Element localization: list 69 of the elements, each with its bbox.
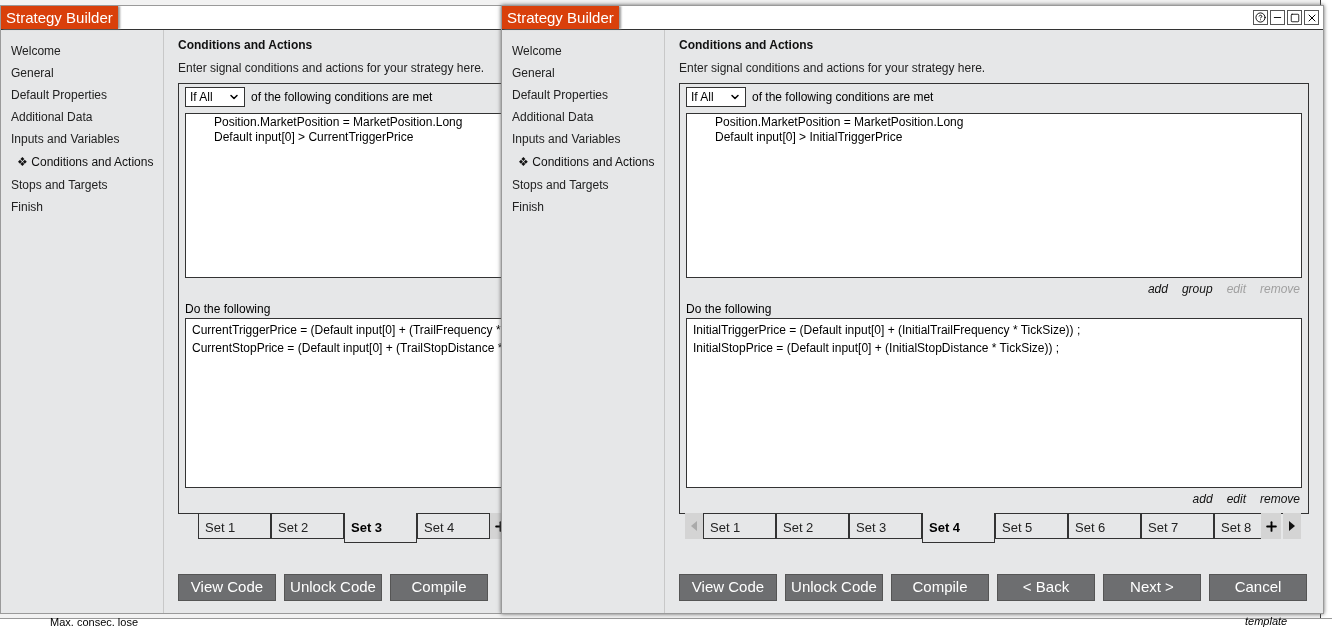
action-item[interactable]: InitialStopPrice = (Default input[0] + (InitialStopDistance * TickSize)) ; <box>693 339 1060 357</box>
sidebar-item[interactable]: Welcome <box>11 40 163 62</box>
list-action-link[interactable]: add <box>1192 490 1213 508</box>
window-title: Strategy Builder <box>502 6 619 29</box>
add-tab-icon[interactable] <box>1261 513 1281 539</box>
set-tab[interactable]: Set 3 <box>849 513 922 539</box>
footer-button[interactable]: Unlock Code <box>284 574 382 601</box>
match-label: of the following conditions are met <box>251 89 433 106</box>
match-dropdown[interactable]: If All <box>185 87 245 107</box>
list-action-link[interactable]: add <box>1147 280 1168 298</box>
set-tab[interactable]: Set 1 <box>703 513 776 539</box>
sidebar-item[interactable]: Stops and Targets <box>11 174 163 196</box>
sidebar-item[interactable]: ❖ Conditions and Actions <box>512 150 664 174</box>
set-tab[interactable]: Set 6 <box>1068 513 1141 539</box>
footer-button[interactable]: Cancel <box>1209 574 1307 601</box>
set-tab[interactable]: Set 4 <box>922 513 995 543</box>
sidebar-item[interactable]: General <box>11 62 163 84</box>
section-heading: Conditions and Actions <box>679 37 815 54</box>
sidebar-item[interactable]: Inputs and Variables <box>11 128 163 150</box>
actions-label: Do the following <box>185 301 272 318</box>
sidebar-item[interactable]: General <box>512 62 664 84</box>
action-item[interactable]: InitialTriggerPrice = (Default input[0] + (InitialTrailFrequency * TickSize)) ; <box>693 321 1081 339</box>
close-icon[interactable] <box>1304 10 1319 25</box>
sidebar-item[interactable]: Inputs and Variables <box>512 128 664 150</box>
section-heading: Conditions and Actions <box>178 37 314 54</box>
set-tab[interactable]: Set 7 <box>1141 513 1214 539</box>
section-description: Enter signal conditions and actions for your strategy here. <box>679 60 987 77</box>
set-tab[interactable]: Set 8 <box>1214 513 1261 539</box>
minimize-icon[interactable] <box>1270 10 1285 25</box>
footer-button[interactable]: Compile <box>891 574 989 601</box>
footer-button[interactable]: < Back <box>997 574 1095 601</box>
set-tab[interactable]: Set 5 <box>995 513 1068 539</box>
footer-button[interactable]: Unlock Code <box>785 574 883 601</box>
set-tab[interactable]: Set 2 <box>271 513 344 539</box>
maximize-icon[interactable] <box>1287 10 1302 25</box>
set-tab[interactable]: Set 1 <box>198 513 271 539</box>
footer-button[interactable]: Next > <box>1103 574 1201 601</box>
sidebar-item[interactable]: Finish <box>11 196 163 218</box>
list-action-link[interactable]: group <box>1181 280 1213 298</box>
match-label: of the following conditions are met <box>752 89 934 106</box>
section-description: Enter signal conditions and actions for your strategy here. <box>178 60 486 77</box>
window-title: Strategy Builder <box>1 6 118 29</box>
sidebar-item[interactable]: ❖ Conditions and Actions <box>11 150 163 174</box>
sidebar-item[interactable]: Additional Data <box>512 106 664 128</box>
background-label: Max. consec. lose <box>50 616 139 627</box>
action-item[interactable]: CurrentTriggerPrice = (Default input[0] + (TrailFrequency * <box>192 321 501 339</box>
scroll-right-icon[interactable] <box>1283 513 1301 539</box>
sidebar-item[interactable]: Additional Data <box>11 106 163 128</box>
set-tab[interactable]: Set 3 <box>344 513 417 543</box>
list-action-link[interactable]: remove <box>1260 490 1300 508</box>
sidebar-item[interactable]: Welcome <box>512 40 664 62</box>
actions-label: Do the following <box>686 301 773 318</box>
condition-item[interactable]: Position.MarketPosition = MarketPosition.Long <box>715 115 964 130</box>
sidebar-item[interactable]: Finish <box>512 196 664 218</box>
footer-button[interactable]: View Code <box>178 574 276 601</box>
help-icon[interactable] <box>1253 10 1268 25</box>
condition-item[interactable]: Position.MarketPosition = MarketPosition.Long <box>214 115 463 130</box>
background-label: template <box>1245 615 1289 627</box>
set-tab[interactable]: Set 2 <box>776 513 849 539</box>
sidebar-item[interactable]: Default Properties <box>11 84 163 106</box>
footer-button[interactable]: View Code <box>679 574 777 601</box>
set-tab[interactable]: Set 4 <box>417 513 490 539</box>
match-dropdown[interactable]: If All <box>686 87 746 107</box>
condition-item[interactable]: Default input[0] > InitialTriggerPrice <box>715 130 903 145</box>
footer-button[interactable]: Compile <box>390 574 488 601</box>
sidebar-item[interactable]: Stops and Targets <box>512 174 664 196</box>
condition-item[interactable]: Default input[0] > CurrentTriggerPrice <box>214 130 414 145</box>
sidebar-item[interactable]: Default Properties <box>512 84 664 106</box>
list-action-link[interactable]: edit <box>1226 490 1246 508</box>
